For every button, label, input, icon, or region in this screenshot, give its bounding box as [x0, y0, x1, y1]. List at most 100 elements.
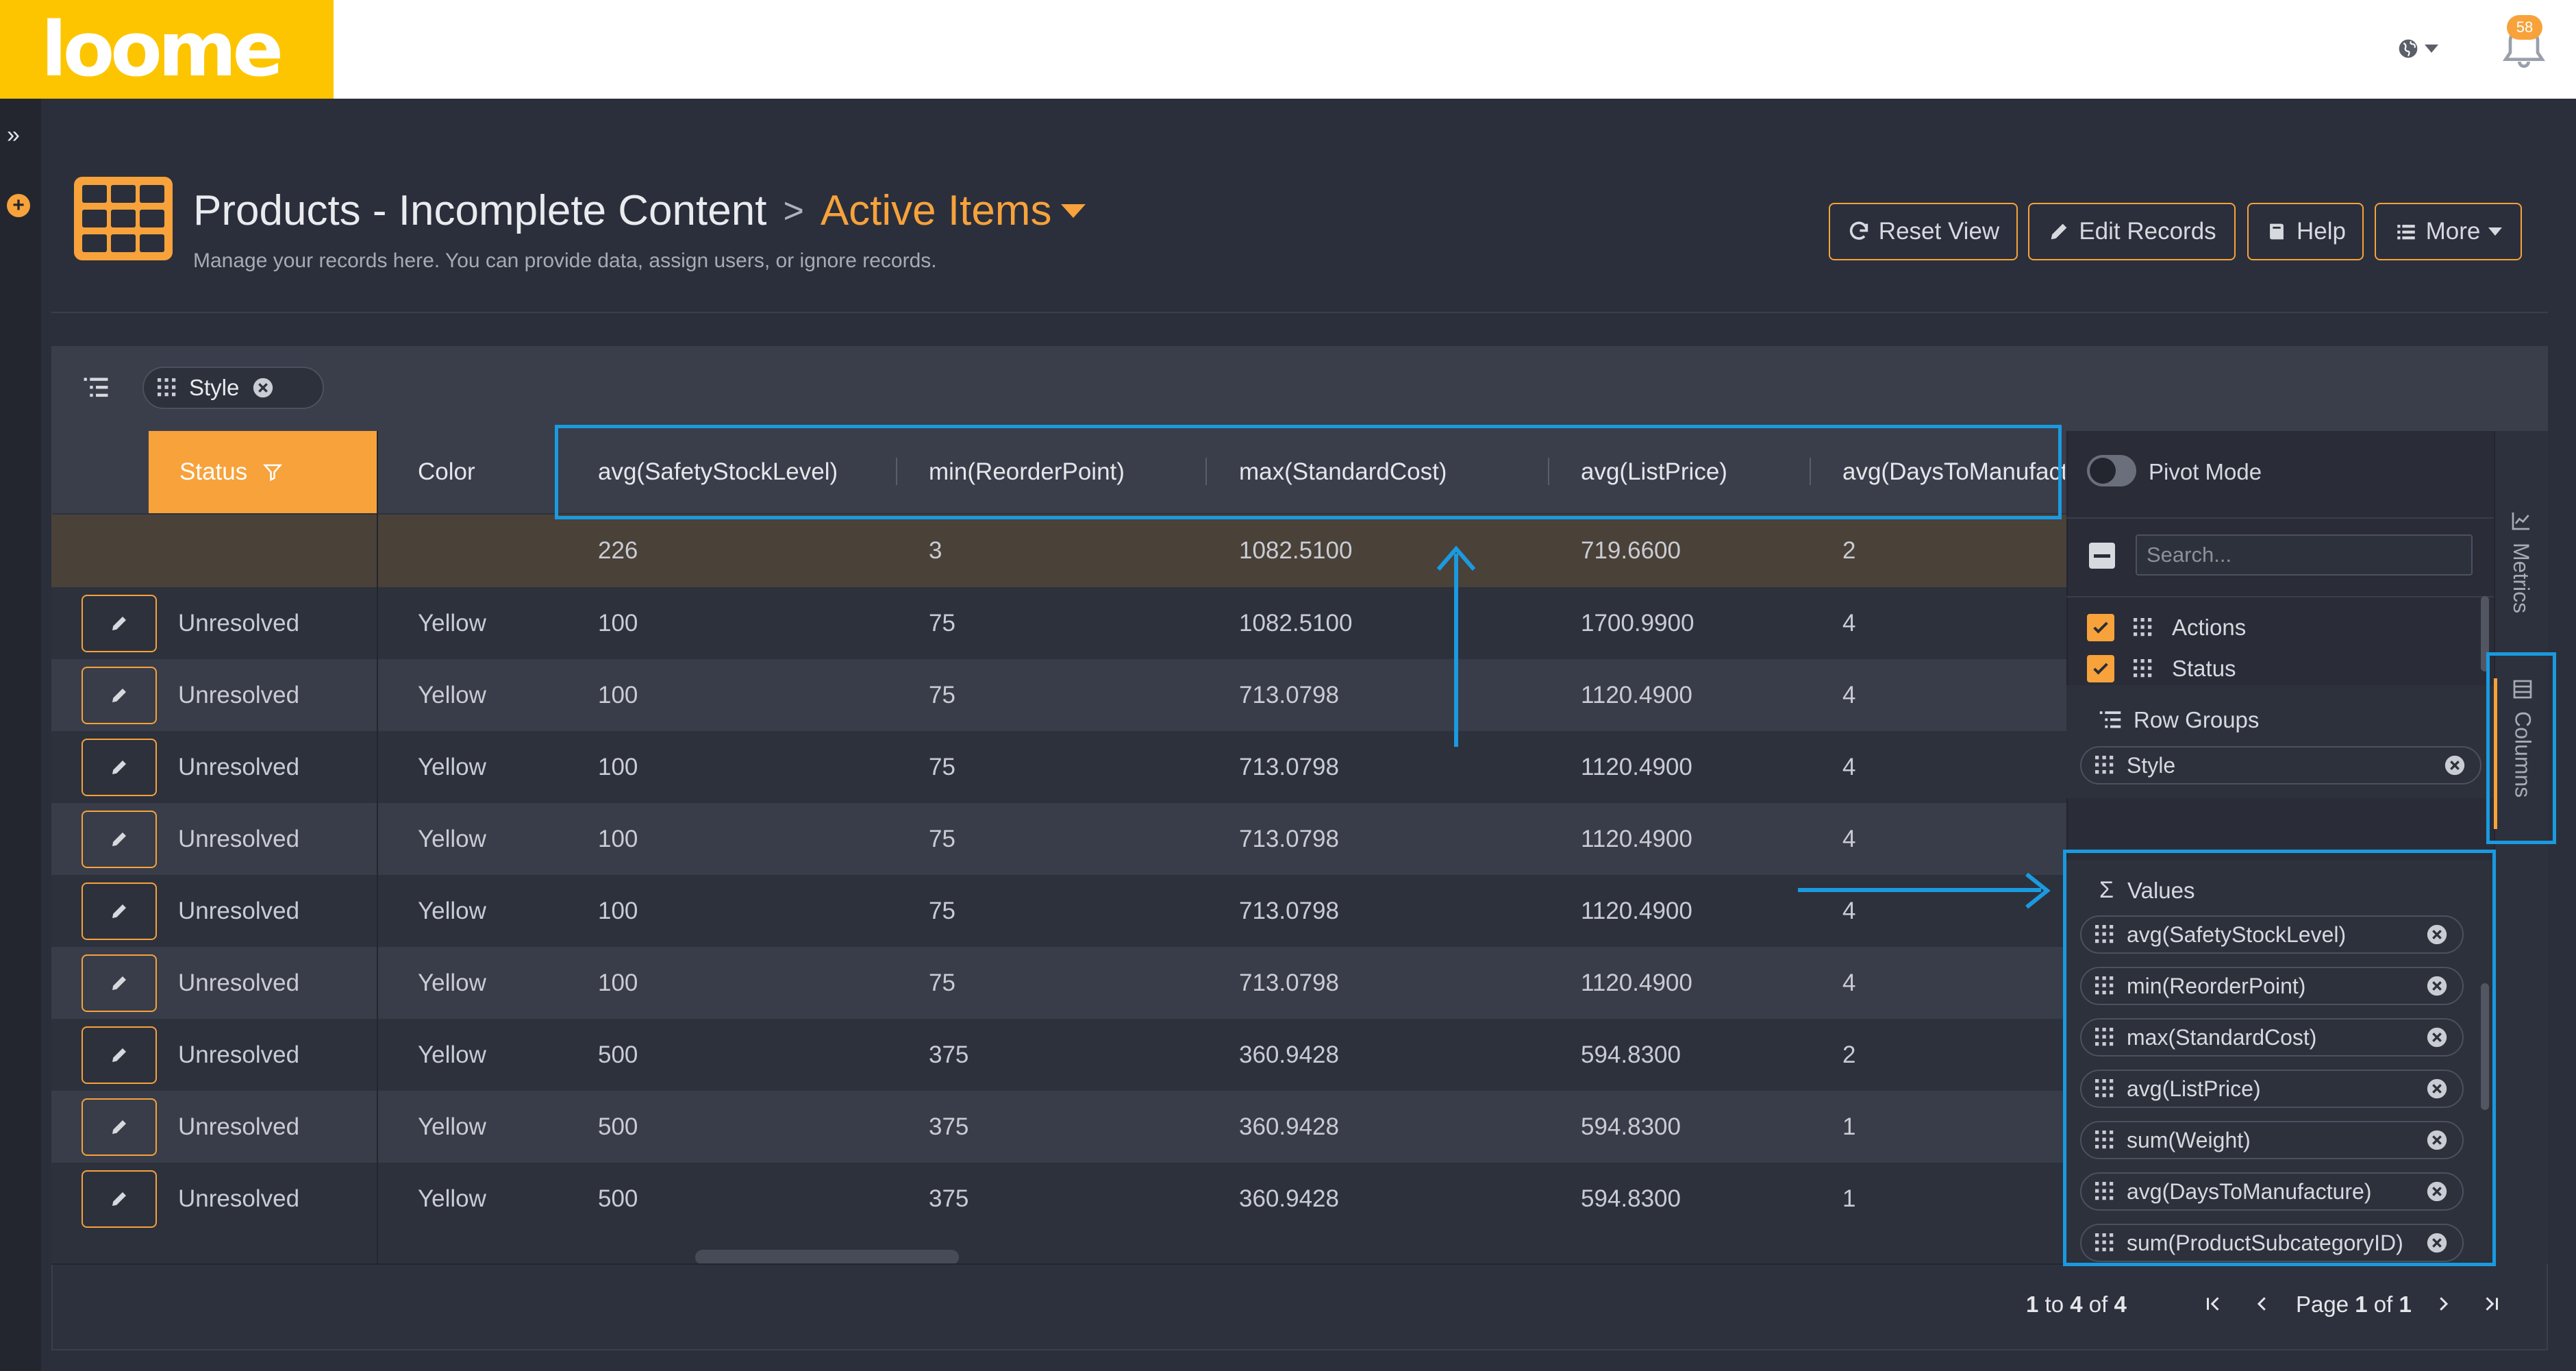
header-divider [51, 312, 2548, 313]
horizontal-scrollbar[interactable] [695, 1250, 959, 1265]
check-icon [2093, 621, 2108, 634]
first-page-button[interactable] [2197, 1288, 2229, 1320]
cell-status: Unresolved [178, 1185, 300, 1212]
edit-row-button[interactable] [82, 1170, 157, 1228]
more-button[interactable]: More [2375, 203, 2522, 260]
edit-row-button[interactable] [82, 595, 157, 652]
grid-footer-divider [51, 1263, 2066, 1265]
app-logo[interactable]: loome [0, 0, 334, 99]
pencil-icon [112, 689, 126, 702]
pencil-icon [112, 1048, 126, 1062]
table-row [51, 1019, 2066, 1091]
annotation-box-values-panel [2063, 850, 2496, 1266]
pivot-mode-label: Pivot Mode [2149, 459, 2262, 484]
column-visible-checkbox[interactable] [2087, 614, 2114, 641]
grip-icon [2134, 618, 2152, 637]
table-row [51, 1163, 2066, 1235]
top-bar [0, 0, 2576, 99]
cell-v1: 100 [598, 681, 638, 708]
last-page-button[interactable] [2476, 1288, 2508, 1320]
chip-label: Style [189, 375, 240, 400]
view-selector[interactable]: Active Items [821, 186, 1052, 235]
total-cell: 2 [1842, 537, 1856, 564]
cell-status: Unresolved [178, 969, 300, 996]
line-chart-icon [2512, 512, 2529, 530]
previous-page-button[interactable] [2247, 1288, 2278, 1320]
refresh-icon [1849, 221, 1868, 240]
caret-down-icon[interactable] [1061, 203, 1086, 218]
total-cell: 719.6600 [1581, 537, 1681, 564]
column-list-label: Status [2172, 656, 2236, 681]
cell-status: Unresolved [178, 753, 300, 780]
tab-metrics[interactable]: Metrics [2494, 510, 2548, 626]
edit-row-button[interactable] [82, 1098, 157, 1156]
cell-v5: 1 [1842, 1185, 1856, 1212]
edit-row-button[interactable] [82, 882, 157, 940]
pencil-icon [112, 832, 126, 846]
cell-v1: 500 [598, 1185, 638, 1212]
pivot-mode-toggle[interactable] [2087, 455, 2136, 486]
column-header-status[interactable]: Status [149, 431, 377, 513]
cell-v4: 1120.4900 [1581, 681, 1692, 708]
annotation-arrowhead-right-icon [2025, 872, 2051, 909]
book-icon [2270, 223, 2284, 240]
side-rail [0, 99, 41, 1371]
edit-row-button[interactable] [82, 954, 157, 1012]
cell-v5: 4 [1842, 897, 1856, 924]
language-menu[interactable] [2397, 32, 2445, 66]
chip-label: Style [2127, 752, 2176, 778]
cell-v3: 360.9428 [1239, 1041, 1339, 1068]
pencil-icon [112, 1120, 126, 1134]
total-cell: 226 [598, 537, 638, 564]
column-search-input[interactable] [2136, 534, 2473, 576]
column-visible-checkbox[interactable] [2087, 655, 2114, 682]
cell-v5: 4 [1842, 753, 1856, 780]
table-icon [74, 177, 173, 260]
cell-v5: 1 [1842, 1113, 1856, 1140]
check-icon [2093, 663, 2108, 675]
row-group-chip-style[interactable]: Style [142, 367, 324, 409]
edit-row-button[interactable] [82, 667, 157, 724]
cell-color: Yellow [418, 753, 486, 780]
column-list-item[interactable]: Actions [2087, 608, 2246, 647]
edit-row-button[interactable] [82, 811, 157, 868]
expand-sidebar-icon[interactable]: » [7, 122, 20, 149]
select-all-columns-checkbox[interactable] [2089, 543, 2115, 569]
panel-divider [2066, 596, 2494, 597]
remove-chip-icon[interactable] [2443, 754, 2466, 777]
notifications-badge: 58 [2507, 15, 2542, 40]
cell-v5: 4 [1842, 969, 1856, 996]
edit-row-button[interactable] [82, 1026, 157, 1084]
panel-divider [2066, 517, 2494, 519]
remove-chip-icon[interactable] [251, 376, 275, 399]
cell-v3: 713.0798 [1239, 897, 1339, 924]
column-list-item[interactable]: Status [2087, 650, 2236, 688]
grip-icon [2095, 756, 2114, 774]
row-group-bar [51, 346, 2548, 431]
help-button[interactable]: Help [2247, 203, 2364, 260]
pencil-icon [2051, 223, 2067, 240]
page-title: Products - Incomplete Content > Active I… [193, 186, 1086, 235]
cell-v3: 1082.5100 [1239, 609, 1353, 637]
next-page-button[interactable] [2427, 1288, 2459, 1320]
pinned-column-divider [377, 431, 378, 1263]
add-icon[interactable]: + [7, 194, 30, 217]
pencil-icon [112, 904, 126, 918]
cell-color: Yellow [418, 897, 486, 924]
edit-records-button[interactable]: Edit Records [2028, 203, 2236, 260]
column-header-color[interactable]: Color [418, 431, 555, 513]
cell-v1: 100 [598, 897, 638, 924]
cell-v2: 375 [929, 1185, 969, 1212]
caret-down-icon [2425, 45, 2438, 53]
cell-v1: 100 [598, 969, 638, 996]
cell-v4: 1120.4900 [1581, 897, 1692, 924]
table-row [51, 731, 2066, 803]
cell-color: Yellow [418, 1185, 486, 1212]
cell-color: Yellow [418, 825, 486, 852]
reset-view-button[interactable]: Reset View [1829, 203, 2018, 260]
total-cell: 3 [929, 537, 942, 564]
edit-row-button[interactable] [82, 739, 157, 796]
filter-icon[interactable] [262, 462, 283, 482]
cell-v3: 713.0798 [1239, 681, 1339, 708]
row-group-chip[interactable]: Style [2080, 746, 2481, 785]
